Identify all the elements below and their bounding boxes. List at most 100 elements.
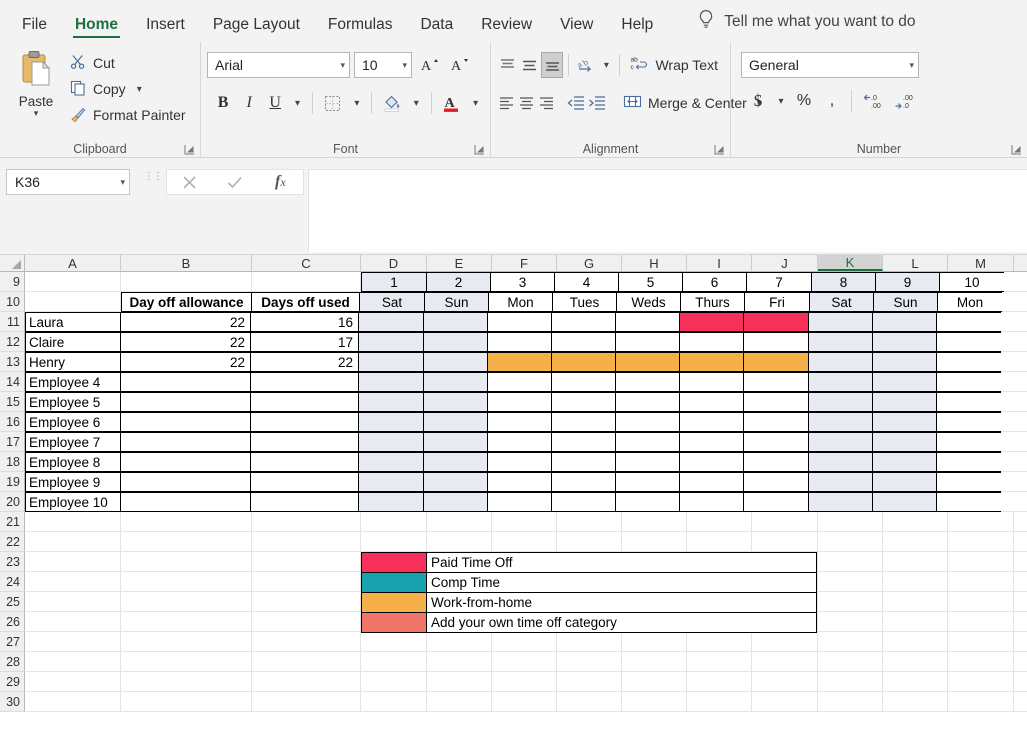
cell-F[interactable]	[487, 372, 552, 392]
cell-N[interactable]	[1001, 452, 1027, 472]
cell-K[interactable]	[818, 612, 883, 632]
cell-I[interactable]	[679, 432, 744, 452]
cell-B[interactable]	[121, 512, 252, 532]
cell-F[interactable]	[492, 532, 557, 552]
cell-M[interactable]	[936, 392, 1002, 412]
cell-J[interactable]	[743, 332, 809, 352]
cell-J[interactable]	[752, 692, 818, 712]
days-used-cell[interactable]: 17	[250, 332, 359, 352]
orientation-dropdown-caret[interactable]: ▾	[599, 52, 614, 78]
row-header-10[interactable]: 10	[0, 292, 25, 312]
cell-F[interactable]	[487, 392, 552, 412]
header-cell-I[interactable]: Thurs	[680, 292, 745, 312]
cell-D[interactable]	[361, 512, 427, 532]
cell-H[interactable]	[622, 532, 687, 552]
cell-K[interactable]	[818, 572, 883, 592]
cell-F[interactable]	[487, 412, 552, 432]
cell-D[interactable]	[358, 332, 424, 352]
row-header-19[interactable]: 19	[0, 472, 25, 492]
allowance-cell[interactable]	[120, 392, 251, 412]
header-cell-H[interactable]: Weds	[616, 292, 681, 312]
row-header-14[interactable]: 14	[0, 372, 25, 392]
day-number-cell-H[interactable]: 5	[618, 272, 683, 292]
cell-I[interactable]	[687, 672, 752, 692]
cell-N[interactable]	[1014, 572, 1027, 592]
cell-A[interactable]	[25, 532, 121, 552]
clipboard-dialog-launcher[interactable]	[184, 144, 195, 155]
legend-label[interactable]: Work-from-home	[426, 592, 817, 613]
cell-D[interactable]	[358, 412, 424, 432]
cell-L[interactable]	[883, 552, 948, 572]
cell-M[interactable]	[936, 372, 1002, 392]
employee-name-cell[interactable]: Laura	[25, 312, 121, 332]
cell-A[interactable]	[25, 612, 121, 632]
cell-F[interactable]	[492, 652, 557, 672]
cell-B[interactable]	[121, 592, 252, 612]
wrap-text-button[interactable]: ab c Wrap Text	[624, 52, 724, 78]
cell-L[interactable]	[872, 332, 937, 352]
days-used-cell[interactable]	[250, 492, 359, 512]
ribbon-tab-home[interactable]: Home	[61, 12, 132, 42]
cell-K[interactable]	[818, 632, 883, 652]
cell-F[interactable]	[487, 312, 552, 332]
cell-A[interactable]	[25, 552, 121, 572]
cell-K[interactable]	[808, 452, 873, 472]
cell-G[interactable]	[557, 692, 622, 712]
employee-name-cell[interactable]: Employee 7	[25, 432, 121, 452]
days-used-cell[interactable]	[250, 392, 359, 412]
cell-K[interactable]	[808, 312, 873, 332]
cell-M[interactable]	[936, 412, 1002, 432]
cell-J[interactable]	[752, 632, 818, 652]
cell-K[interactable]	[818, 512, 883, 532]
fx-icon[interactable]: fx	[260, 170, 300, 194]
cell-J[interactable]	[743, 472, 809, 492]
legend-label[interactable]: Comp Time	[426, 572, 817, 593]
cell-L[interactable]	[872, 492, 937, 512]
header-cell-E[interactable]: Sun	[424, 292, 489, 312]
row-header-12[interactable]: 12	[0, 332, 25, 352]
row-header-25[interactable]: 25	[0, 592, 25, 612]
cell-L[interactable]	[872, 432, 937, 452]
cell-A[interactable]	[25, 572, 121, 592]
employee-name-cell[interactable]: Claire	[25, 332, 121, 352]
cell-A[interactable]	[25, 672, 121, 692]
copy-dropdown-caret[interactable]: ▾	[137, 84, 142, 95]
allowance-cell[interactable]: 22	[120, 332, 251, 352]
decrease-decimal-button[interactable]: .00 .0	[890, 88, 920, 114]
ribbon-tab-data[interactable]: Data	[406, 12, 467, 42]
cell-B[interactable]	[121, 572, 252, 592]
employee-name-cell[interactable]: Employee 5	[25, 392, 121, 412]
cell-I[interactable]	[679, 412, 744, 432]
cell-H[interactable]	[615, 372, 680, 392]
cell-M[interactable]	[936, 452, 1002, 472]
header-cell-B[interactable]: Day off allowance	[121, 292, 252, 312]
header-cell-F[interactable]: Mon	[488, 292, 553, 312]
row-header-20[interactable]: 20	[0, 492, 25, 512]
cell-F[interactable]	[487, 452, 552, 472]
column-header-I[interactable]: I	[687, 255, 752, 271]
cell-K[interactable]	[808, 372, 873, 392]
cell-K[interactable]	[818, 692, 883, 712]
cell-J[interactable]	[752, 672, 818, 692]
ribbon-tab-file[interactable]: File	[8, 12, 61, 42]
cell-G[interactable]	[551, 472, 616, 492]
cell-M[interactable]	[948, 652, 1014, 672]
cell-N[interactable]	[1014, 552, 1027, 572]
format-painter-button[interactable]: Format Painter	[66, 104, 190, 126]
cell-E[interactable]	[427, 532, 492, 552]
cell-K[interactable]	[808, 432, 873, 452]
cell-I[interactable]	[687, 632, 752, 652]
allowance-cell[interactable]: 22	[120, 312, 251, 332]
cell-L[interactable]	[883, 652, 948, 672]
column-header-D[interactable]: D	[361, 255, 427, 271]
cell-H[interactable]	[615, 472, 680, 492]
cell-A[interactable]	[25, 632, 121, 652]
cell-E[interactable]	[427, 632, 492, 652]
cell-N[interactable]	[1014, 512, 1027, 532]
decrease-indent-button[interactable]	[566, 90, 586, 116]
row-header-27[interactable]: 27	[0, 632, 25, 652]
cell-J[interactable]	[743, 452, 809, 472]
allowance-cell[interactable]	[120, 372, 251, 392]
header-cell-J[interactable]: Fri	[744, 292, 810, 312]
cell-L[interactable]	[883, 692, 948, 712]
